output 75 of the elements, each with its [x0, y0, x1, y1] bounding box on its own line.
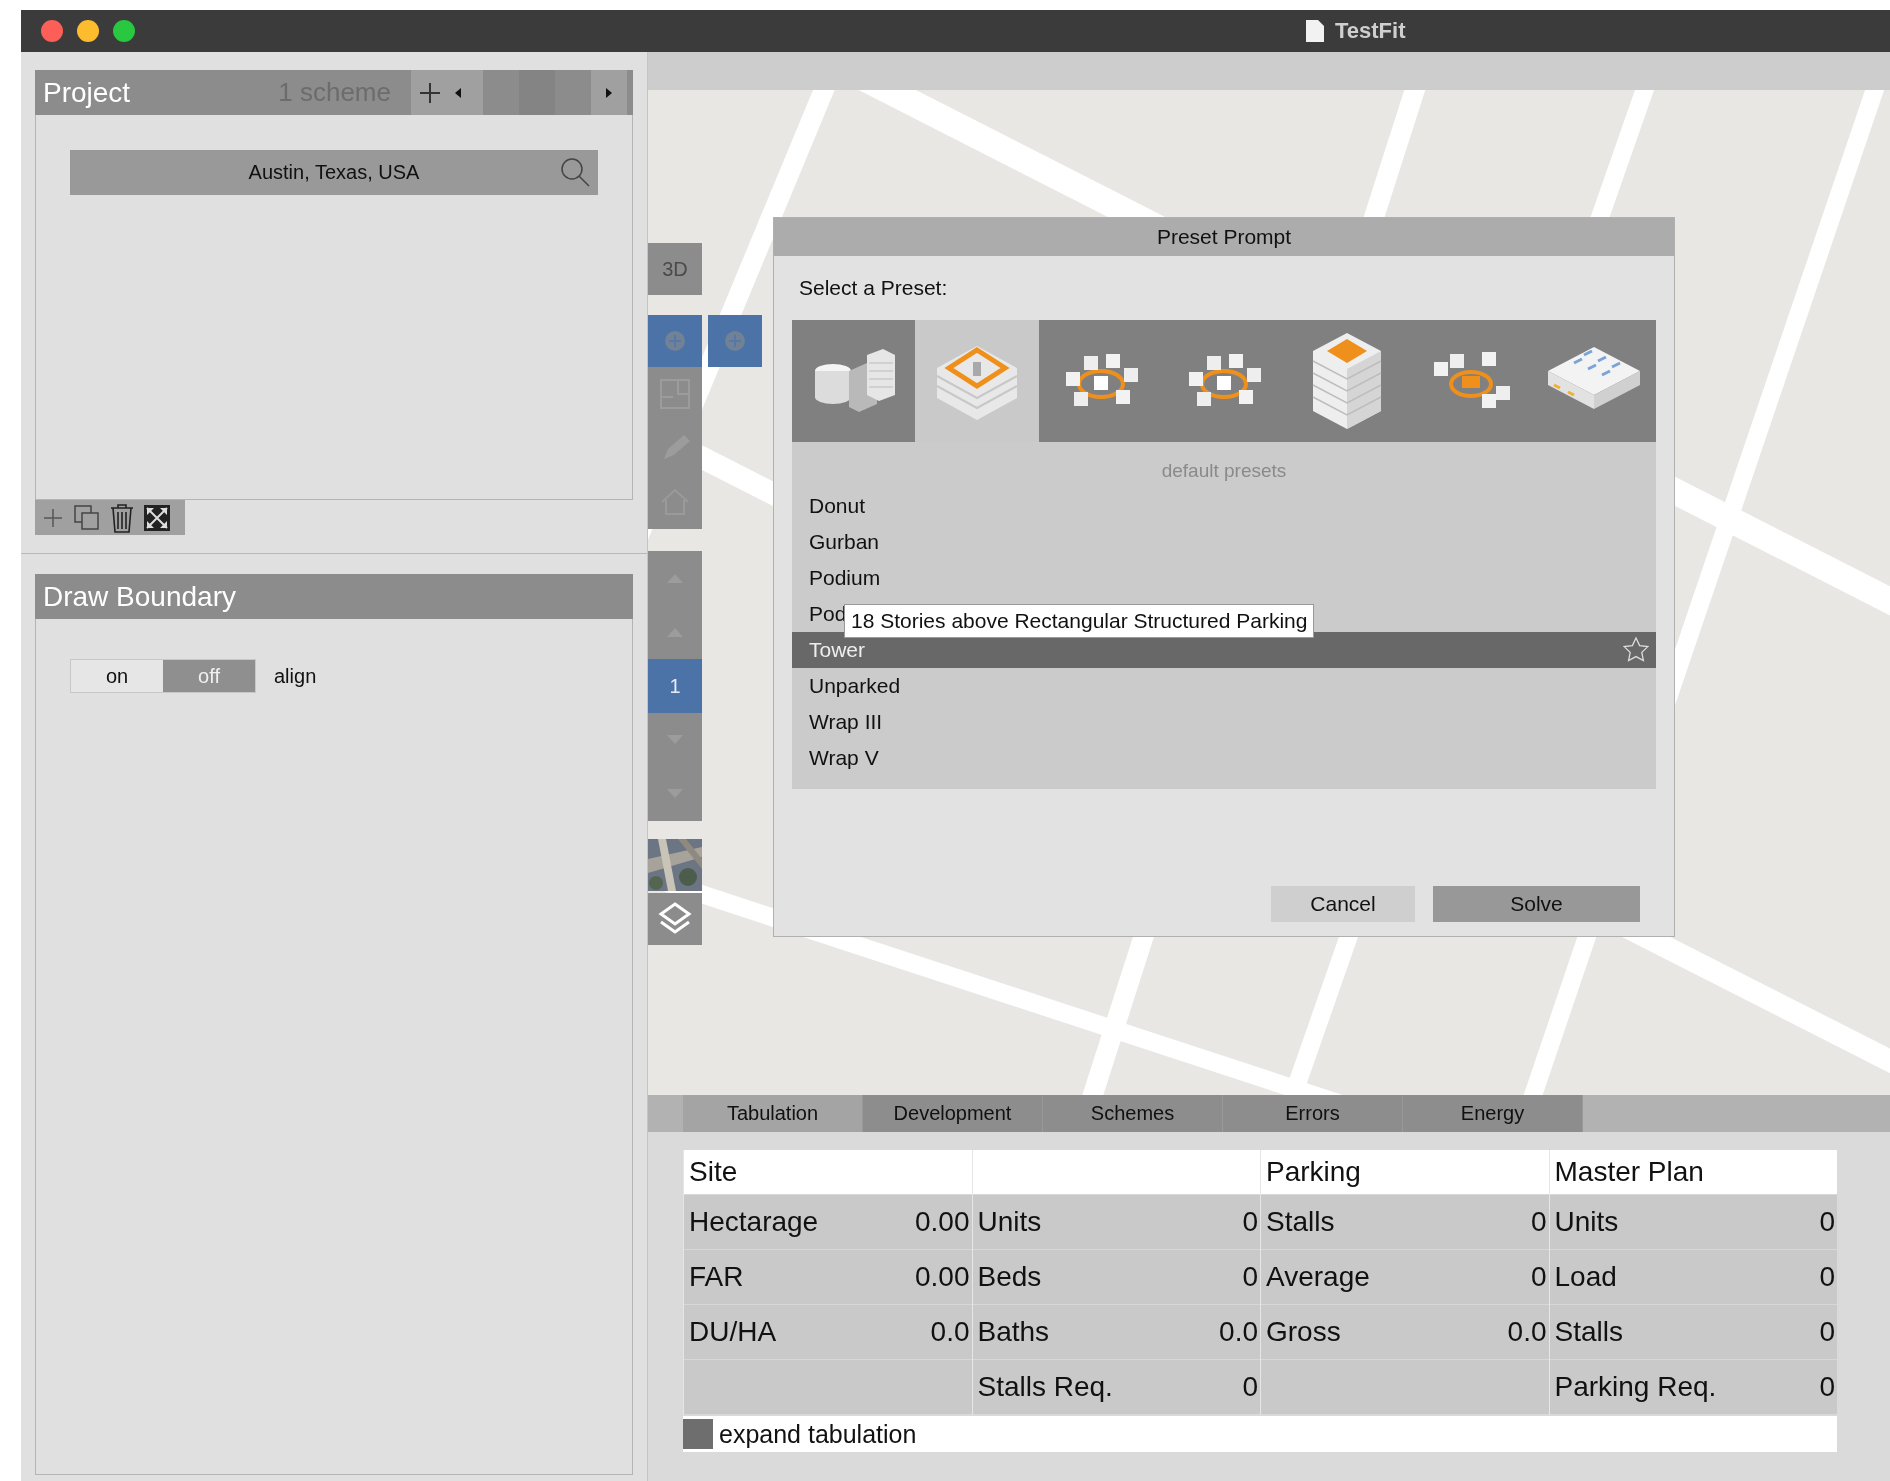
zoom-button[interactable]	[113, 20, 135, 42]
view-mode-label: 3D	[662, 257, 688, 281]
tab[interactable]: Schemes	[1043, 1095, 1223, 1132]
search-icon[interactable]	[560, 157, 590, 187]
location-search-field[interactable]: Austin, Texas, USA	[70, 150, 598, 195]
preset-list-item[interactable]: Podium	[792, 560, 1656, 596]
table-cell: Stalls Req.	[977, 1371, 1113, 1403]
next-icon	[604, 86, 614, 99]
previous-icon[interactable]	[453, 86, 463, 99]
table-cell: Stalls	[1266, 1206, 1335, 1238]
table-cell: 0	[1242, 1261, 1258, 1293]
table-cell: DU/HA	[689, 1316, 777, 1348]
preset-list-item[interactable]: Tower	[792, 632, 1656, 668]
table-cell: 0	[1819, 1371, 1835, 1403]
panel-title: Project	[42, 76, 131, 109]
close-button[interactable]	[41, 20, 63, 42]
table-header: Master Plan	[1554, 1156, 1704, 1188]
tab[interactable]: Development	[863, 1095, 1043, 1132]
level-label: 1	[669, 674, 681, 698]
table-cell: 0	[1530, 1261, 1547, 1293]
table-cell: Units	[1554, 1206, 1619, 1238]
table-cell: Units	[977, 1206, 1042, 1238]
toggle-option[interactable]: on	[71, 660, 163, 692]
table-cell: FAR	[689, 1261, 744, 1293]
expand-label: expand tabulation	[719, 1419, 917, 1449]
section-label: default presets	[1160, 460, 1288, 482]
cancel-button[interactable]: Cancel	[1271, 886, 1415, 922]
table-header: Parking	[1266, 1156, 1361, 1188]
trash-icon[interactable]	[109, 502, 135, 533]
next-button[interactable]	[591, 70, 627, 115]
dialog-title: Preset Prompt	[774, 218, 1674, 256]
table-cell: 0.0	[1219, 1316, 1258, 1348]
add-circle-icon	[723, 329, 747, 353]
table-cell: 0	[1819, 1316, 1835, 1348]
solve-button[interactable]: Solve	[1433, 886, 1640, 922]
tab[interactable]: Energy	[1403, 1095, 1583, 1132]
star-icon[interactable]	[1622, 636, 1650, 664]
tab[interactable]: Errors	[1223, 1095, 1403, 1132]
add-circle-icon	[663, 329, 687, 353]
table-header: Site	[689, 1156, 738, 1188]
align-label: align	[274, 664, 317, 688]
panel-title: Draw Boundary	[42, 580, 236, 613]
expand-icon[interactable]	[143, 503, 171, 532]
table-cell: Average	[1266, 1261, 1370, 1293]
table-cell: Gross	[1266, 1316, 1341, 1348]
table-cell: 0	[1530, 1206, 1547, 1238]
dialog-prompt: Select a Preset:	[798, 275, 949, 301]
preset-list-item[interactable]: Unparked	[792, 668, 1656, 704]
copy-icon[interactable]	[73, 503, 101, 532]
minimize-button[interactable]	[77, 20, 99, 42]
table-cell: Hectarage	[689, 1206, 819, 1238]
tooltip: 18 Stories above Rectangular Structured Parking	[844, 604, 1315, 638]
table-cell: Beds	[977, 1261, 1042, 1293]
table-cell: Load	[1554, 1261, 1617, 1293]
preset-list-item[interactable]: Donut	[792, 488, 1656, 524]
table-cell: 0	[1242, 1371, 1258, 1403]
preset-list-item[interactable]: Wrap V	[792, 740, 1656, 776]
table-cell: 0	[1819, 1206, 1835, 1238]
tab[interactable]: Tabulation	[683, 1095, 863, 1132]
table-cell: 0	[1242, 1206, 1258, 1238]
add-icon[interactable]	[419, 81, 441, 104]
table-cell: Stalls	[1554, 1316, 1623, 1348]
preset-tile[interactable]	[915, 320, 1039, 442]
table-cell: Parking Req.	[1554, 1371, 1717, 1403]
table-cell: Baths	[977, 1316, 1050, 1348]
table-cell: 0.0	[930, 1316, 970, 1348]
preset-list-item[interactable]: Wrap III	[792, 704, 1656, 740]
preset-list-item[interactable]: Gurban	[792, 524, 1656, 560]
layers-button[interactable]	[648, 893, 702, 945]
table-cell: 0.00	[915, 1206, 970, 1238]
table-cell: 0	[1819, 1261, 1835, 1293]
table-cell: 0.00	[915, 1261, 970, 1293]
table-cell: 0.0	[1507, 1316, 1547, 1348]
window-title: TestFit	[1335, 18, 1406, 44]
document-icon	[1305, 19, 1325, 43]
